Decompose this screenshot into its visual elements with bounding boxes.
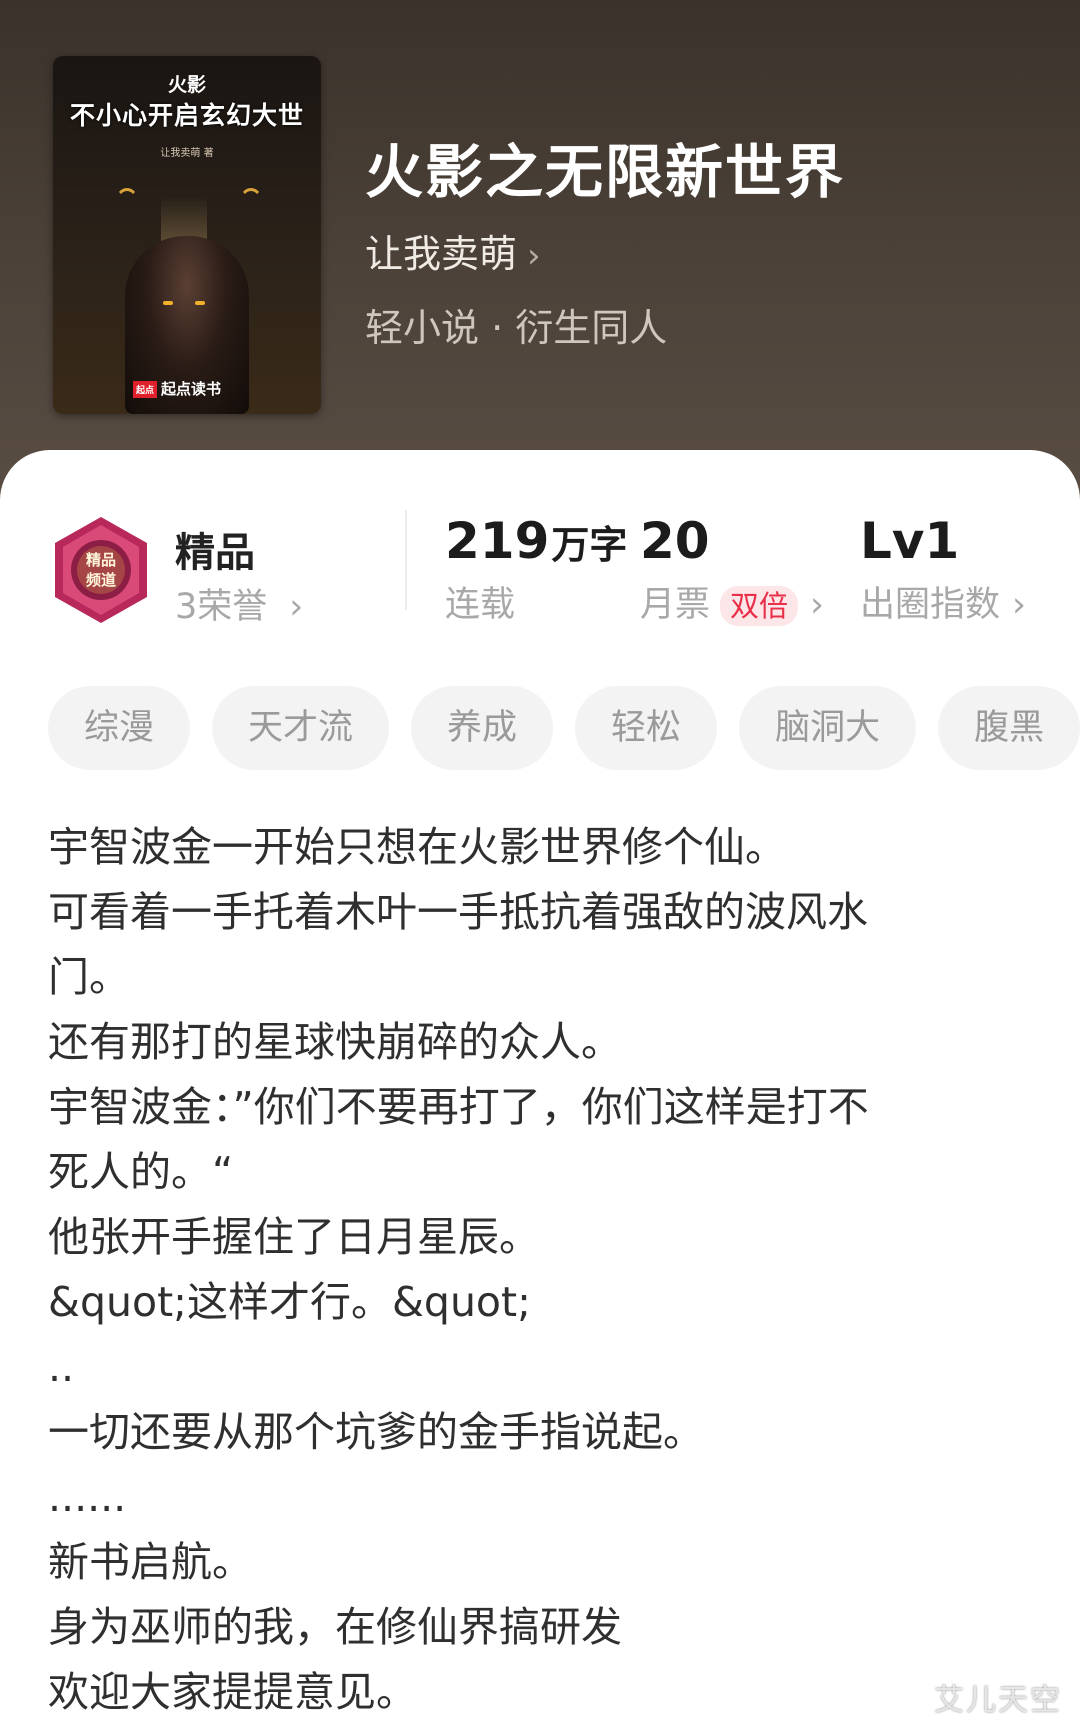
monthly-ticket-label-row: 月票 双倍 › [640,576,824,627]
description-line: 门。 [48,953,130,1001]
book-cover[interactable]: 火影 不小心开启玄幻大世 让我卖萌 著 起点 起点读书 [53,56,321,414]
popularity-index-stat[interactable]: Lv1 出圈指数 › [860,512,1026,627]
honor-title: 精品 [175,530,255,576]
description-line: 死人的。“ [48,1148,234,1196]
cover-publisher-logo: 起点 起点读书 [133,378,221,399]
double-badge: 双倍 [720,586,799,626]
honor-count: 3荣誉 [175,587,268,627]
cover-author: 让我卖萌 著 [160,148,214,159]
monthly-ticket-value: 20 [640,512,710,570]
popularity-label-row: 出圈指数 › [860,576,1026,627]
monthly-ticket-stat[interactable]: 20 月票 双倍 › [640,512,824,627]
chevron-right-icon: › [289,587,304,627]
author-name: 让我卖萌 [365,232,518,276]
tag-chip[interactable]: 轻松 [575,686,718,770]
level-value: Lv1 [860,512,960,570]
svg-text:频道: 频道 [86,571,116,589]
publisher-badge: 起点 [133,381,158,398]
tag-chip[interactable]: 养成 [411,686,554,770]
author-link[interactable]: 让我卖萌 › [365,223,541,278]
book-description[interactable]: 宇智波金一开始只想在火影世界修个仙。 可看着一手托着木叶一手抵抗着强敌的波风水 … [48,815,1008,1725]
description-line: &quot;这样才行。&quot; [48,1278,531,1326]
cover-horn-right [239,188,263,218]
serial-status: 连载 [445,585,516,625]
tag-chip[interactable]: 腹黑 [938,686,1080,770]
popularity-label: 出圈指数 [860,585,1001,625]
description-line: 他张开手握住了日月星辰。 [48,1213,540,1261]
word-count-value: 219 [445,512,550,570]
stats-divider [405,510,407,610]
description-line: 宇智波金一开始只想在火影世界修个仙。 [48,823,786,871]
description-line: ...... [48,1473,127,1521]
description-line: 可看着一手托着木叶一手抵抗着强敌的波风水 [48,888,868,936]
description-line: 一切还要从那个坑爹的金手指说起。 [48,1408,704,1456]
tag-chip[interactable]: 综漫 [48,686,191,770]
chevron-right-icon: › [810,585,825,625]
description-line: 新书启航。 [48,1538,253,1586]
cover-eye-right [195,301,205,305]
tag-list: 综漫 天才流 养成 轻松 脑洞大 腹黑 [48,686,1080,770]
watermark: 艾儿天空 [934,1683,1062,1718]
honor-badge-icon[interactable]: 精品 频道 [50,515,152,625]
cover-line1: 火影 [167,74,206,96]
tag-chip[interactable]: 天才流 [212,686,390,770]
description-line: 身为巫师的我，在修仙界搞研发 [48,1603,622,1651]
publisher-name: 起点读书 [161,380,222,398]
description-line: .. [48,1343,75,1391]
description-line: 还有那打的星球快崩碎的众人。 [48,1018,622,1066]
book-category[interactable]: 轻小说 · 衍生同人 [365,297,667,352]
word-count-stat: 219万字 连载 [445,512,627,627]
honor-link[interactable]: 3荣誉 › [175,578,303,629]
cover-eye-left [163,301,173,305]
description-line: 宇智波金：”你们不要再打了，你们这样是打不 [48,1083,869,1131]
description-line: 欢迎大家提提意见。 [48,1668,417,1716]
cover-horn-left [115,188,139,218]
chevron-right-icon: › [1012,585,1027,625]
chevron-right-icon: › [527,236,541,276]
tag-chip[interactable]: 脑洞大 [739,686,917,770]
book-title: 火影之无限新世界 [365,138,846,206]
monthly-ticket-label: 月票 [640,585,711,625]
svg-text:精品: 精品 [86,551,116,569]
word-count-unit: 万字 [551,523,628,567]
cover-line2: 不小心开启玄幻大世 [69,101,304,130]
